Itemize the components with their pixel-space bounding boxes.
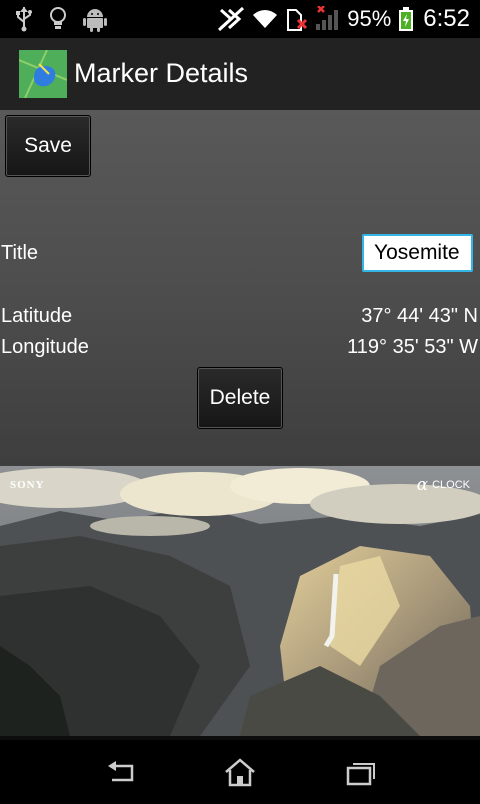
marker-details-form: Save Title Latitude 37° 44' 43" N Longit…	[0, 110, 480, 466]
yosemite-landscape-image	[0, 466, 480, 736]
longitude-value: 119° 35' 53" W	[347, 336, 478, 358]
signal-icon	[316, 6, 339, 30]
home-icon[interactable]	[220, 758, 260, 788]
battery-charging-icon	[399, 7, 414, 31]
save-button[interactable]: Save	[5, 115, 91, 177]
wifi-icon	[253, 10, 278, 28]
latitude-value: 37° 44' 43" N	[361, 305, 478, 327]
clock-text: CLOCK	[432, 479, 470, 491]
recent-apps-icon[interactable]	[340, 758, 380, 788]
title-input[interactable]	[362, 234, 473, 272]
nfc-off-icon	[218, 6, 245, 32]
map-app-icon	[19, 50, 67, 98]
delete-button[interactable]: Delete	[197, 367, 283, 429]
status-bar: 95% 6:52	[0, 0, 480, 38]
lightbulb-icon	[50, 7, 66, 29]
action-bar: Marker Details	[0, 38, 480, 111]
clock: 6:52	[423, 5, 470, 32]
longitude-label: Longitude	[1, 336, 89, 358]
latitude-label: Latitude	[1, 305, 73, 327]
battery-percent: 95%	[347, 6, 392, 31]
marker-photo: SONY α CLOCK	[0, 466, 480, 736]
alpha-clock-watermark: α CLOCK	[417, 475, 470, 495]
usb-icon	[16, 7, 32, 32]
screen-title: Marker Details	[74, 58, 249, 88]
sony-logo: SONY	[10, 479, 45, 491]
title-label: Title	[1, 242, 39, 264]
back-icon[interactable]	[100, 758, 140, 788]
sim-error-icon	[287, 9, 308, 31]
navigation-bar	[0, 736, 480, 804]
alpha-symbol: α	[416, 475, 429, 495]
android-icon	[83, 9, 107, 32]
